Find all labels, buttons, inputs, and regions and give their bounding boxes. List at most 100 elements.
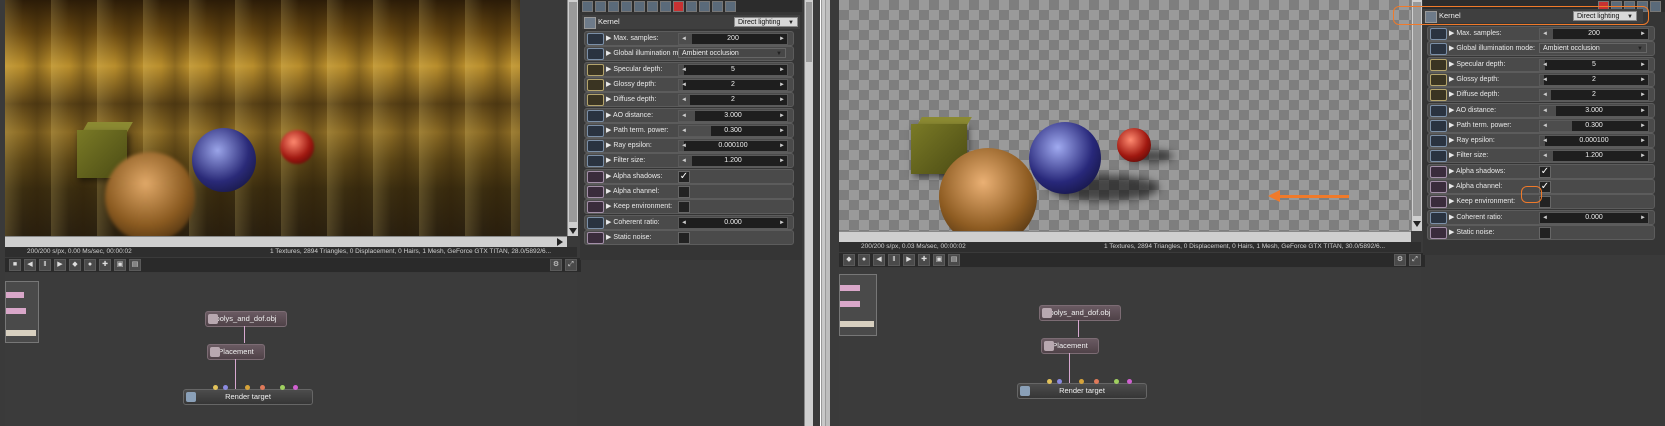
param-type-icon[interactable] [1430, 104, 1447, 117]
param-number-field[interactable]: ◄ 2 ► [1539, 89, 1649, 102]
camera-icon[interactable]: ● [858, 254, 870, 266]
left-viewport-vscroll[interactable] [567, 0, 578, 236]
param-number-field[interactable]: ◄ 0.300 ► [678, 124, 788, 137]
param-type-icon[interactable] [1430, 89, 1447, 102]
left-viewport-hscroll[interactable] [5, 236, 567, 247]
decrement-arrow-icon[interactable]: ◄ [681, 111, 687, 121]
placement-node[interactable]: Placement [1041, 338, 1099, 354]
play-button[interactable]: ▶ [903, 254, 915, 266]
param-number-field[interactable]: ◄ 5 ► [678, 63, 788, 76]
param-type-icon[interactable] [1430, 135, 1447, 148]
mesh-node[interactable]: polys_and_dof.obj [205, 311, 287, 327]
fullscreen-icon[interactable]: ⤢ [1409, 254, 1421, 266]
param-number-field[interactable]: ◄ 5 ► [1539, 58, 1649, 71]
decrement-arrow-icon[interactable]: ◄ [681, 218, 687, 228]
pin-6[interactable] [293, 385, 298, 390]
param-number-field[interactable]: ◄ 0.000 ► [678, 216, 788, 229]
param-number-field[interactable]: ◄ 3.000 ► [678, 109, 788, 122]
right-viewport-vscroll[interactable] [1411, 0, 1422, 231]
param-checkbox[interactable]: ✓ [1539, 165, 1551, 178]
decrement-arrow-icon[interactable]: ◄ [1542, 121, 1548, 131]
param-type-icon[interactable] [1430, 58, 1447, 71]
placement-node[interactable]: Placement [207, 344, 265, 360]
increment-arrow-icon[interactable]: ► [779, 111, 785, 121]
param-type-icon[interactable] [587, 124, 604, 137]
param-type-icon[interactable] [587, 94, 604, 107]
decrement-arrow-icon[interactable]: ◄ [681, 126, 687, 136]
param-type-icon[interactable] [587, 140, 604, 153]
prop-tool-icon-9[interactable] [686, 0, 697, 12]
left-render-viewport[interactable] [5, 0, 520, 236]
param-type-icon[interactable] [1430, 73, 1447, 86]
decrement-arrow-icon[interactable]: ◄ [1542, 75, 1548, 85]
decrement-arrow-icon[interactable]: ◄ [1542, 60, 1548, 70]
increment-arrow-icon[interactable]: ► [1640, 213, 1646, 223]
param-number-field[interactable]: ◄ 3.000 ► [1539, 104, 1649, 117]
settings-icon[interactable]: ⚙ [550, 259, 562, 271]
decrement-arrow-icon[interactable]: ◄ [1542, 213, 1548, 223]
param-number-field[interactable]: ◄ 2 ► [678, 94, 788, 107]
decrement-arrow-icon[interactable]: ◄ [681, 141, 687, 151]
increment-arrow-icon[interactable]: ► [1640, 60, 1646, 70]
pin-5[interactable] [1114, 379, 1119, 384]
lock-icon[interactable]: ◆ [843, 254, 855, 266]
increment-arrow-icon[interactable]: ► [779, 156, 785, 166]
param-type-icon[interactable] [587, 231, 604, 244]
prop-tool-icon-3[interactable] [608, 0, 619, 12]
param-number-field[interactable]: ◄ 200 ► [678, 33, 788, 45]
increment-arrow-icon[interactable]: ► [779, 80, 785, 90]
pin-4[interactable] [260, 385, 265, 390]
increment-arrow-icon[interactable]: ► [779, 126, 785, 136]
increment-arrow-icon[interactable]: ► [1640, 75, 1646, 85]
render-target-node[interactable]: Render target [1017, 383, 1147, 399]
increment-arrow-icon[interactable]: ► [779, 65, 785, 75]
decrement-arrow-icon[interactable]: ◄ [681, 156, 687, 166]
param-type-icon[interactable] [1430, 165, 1447, 178]
param-type-icon[interactable] [1430, 181, 1447, 193]
export-icon[interactable]: ▤ [948, 254, 960, 266]
decrement-arrow-icon[interactable]: ◄ [1542, 29, 1548, 39]
scroll-right-arrow[interactable] [557, 238, 563, 246]
prop-tool-icon-12[interactable] [725, 0, 736, 12]
prop-tool-icon-7[interactable] [660, 0, 671, 12]
param-checkbox[interactable] [678, 186, 690, 198]
right-node-graph[interactable]: polys_and_dof.obj Placement Render targe… [839, 268, 1421, 426]
pin-3[interactable] [1079, 379, 1084, 384]
param-type-icon[interactable] [1430, 150, 1447, 163]
prop-tool-icon-8[interactable] [673, 0, 684, 12]
increment-arrow-icon[interactable]: ► [779, 218, 785, 228]
export-icon[interactable]: ▤ [129, 259, 141, 271]
left-properties-vscroll[interactable] [804, 0, 813, 426]
param-type-icon[interactable] [587, 109, 604, 122]
pause-button[interactable]: Ⅱ [39, 259, 51, 271]
param-number-field[interactable]: ◄ 200 ► [1539, 28, 1649, 40]
param-type-icon[interactable] [1430, 119, 1447, 132]
prop-tool-icon-5[interactable] [634, 0, 645, 12]
param-type-icon[interactable] [587, 63, 604, 76]
lock-icon[interactable]: ◆ [69, 259, 81, 271]
pin-4[interactable] [1094, 379, 1099, 384]
decrement-arrow-icon[interactable]: ◄ [681, 65, 687, 75]
increment-arrow-icon[interactable]: ► [1640, 106, 1646, 116]
param-dropdown[interactable]: Ambient occlusion ▼ [1539, 43, 1647, 54]
play-button[interactable]: ▶ [54, 259, 66, 271]
settings-icon[interactable]: ⚙ [1394, 254, 1406, 266]
param-type-icon[interactable] [587, 48, 604, 61]
param-type-icon[interactable] [1430, 226, 1447, 239]
increment-arrow-icon[interactable]: ► [1640, 90, 1646, 100]
pin-2[interactable] [223, 385, 228, 390]
scroll-down-arrow[interactable] [1413, 221, 1421, 227]
region-icon[interactable]: ▣ [114, 259, 126, 271]
param-checkbox[interactable]: ✓ [678, 170, 690, 183]
prop-tool-icon-10[interactable] [699, 0, 710, 12]
increment-arrow-icon[interactable]: ► [779, 34, 785, 44]
render-target-node[interactable]: Render target [183, 389, 313, 405]
param-number-field[interactable]: ◄ 0.300 ► [1539, 119, 1649, 132]
camera-icon[interactable]: ● [84, 259, 96, 271]
picker-icon[interactable]: ✚ [918, 254, 930, 266]
param-number-field[interactable]: ◄ 2 ► [1539, 73, 1649, 86]
decrement-arrow-icon[interactable]: ◄ [1542, 151, 1548, 161]
param-type-icon[interactable] [1430, 196, 1447, 209]
decrement-arrow-icon[interactable]: ◄ [1542, 106, 1548, 116]
prop-tool-icon-6[interactable] [647, 0, 658, 12]
